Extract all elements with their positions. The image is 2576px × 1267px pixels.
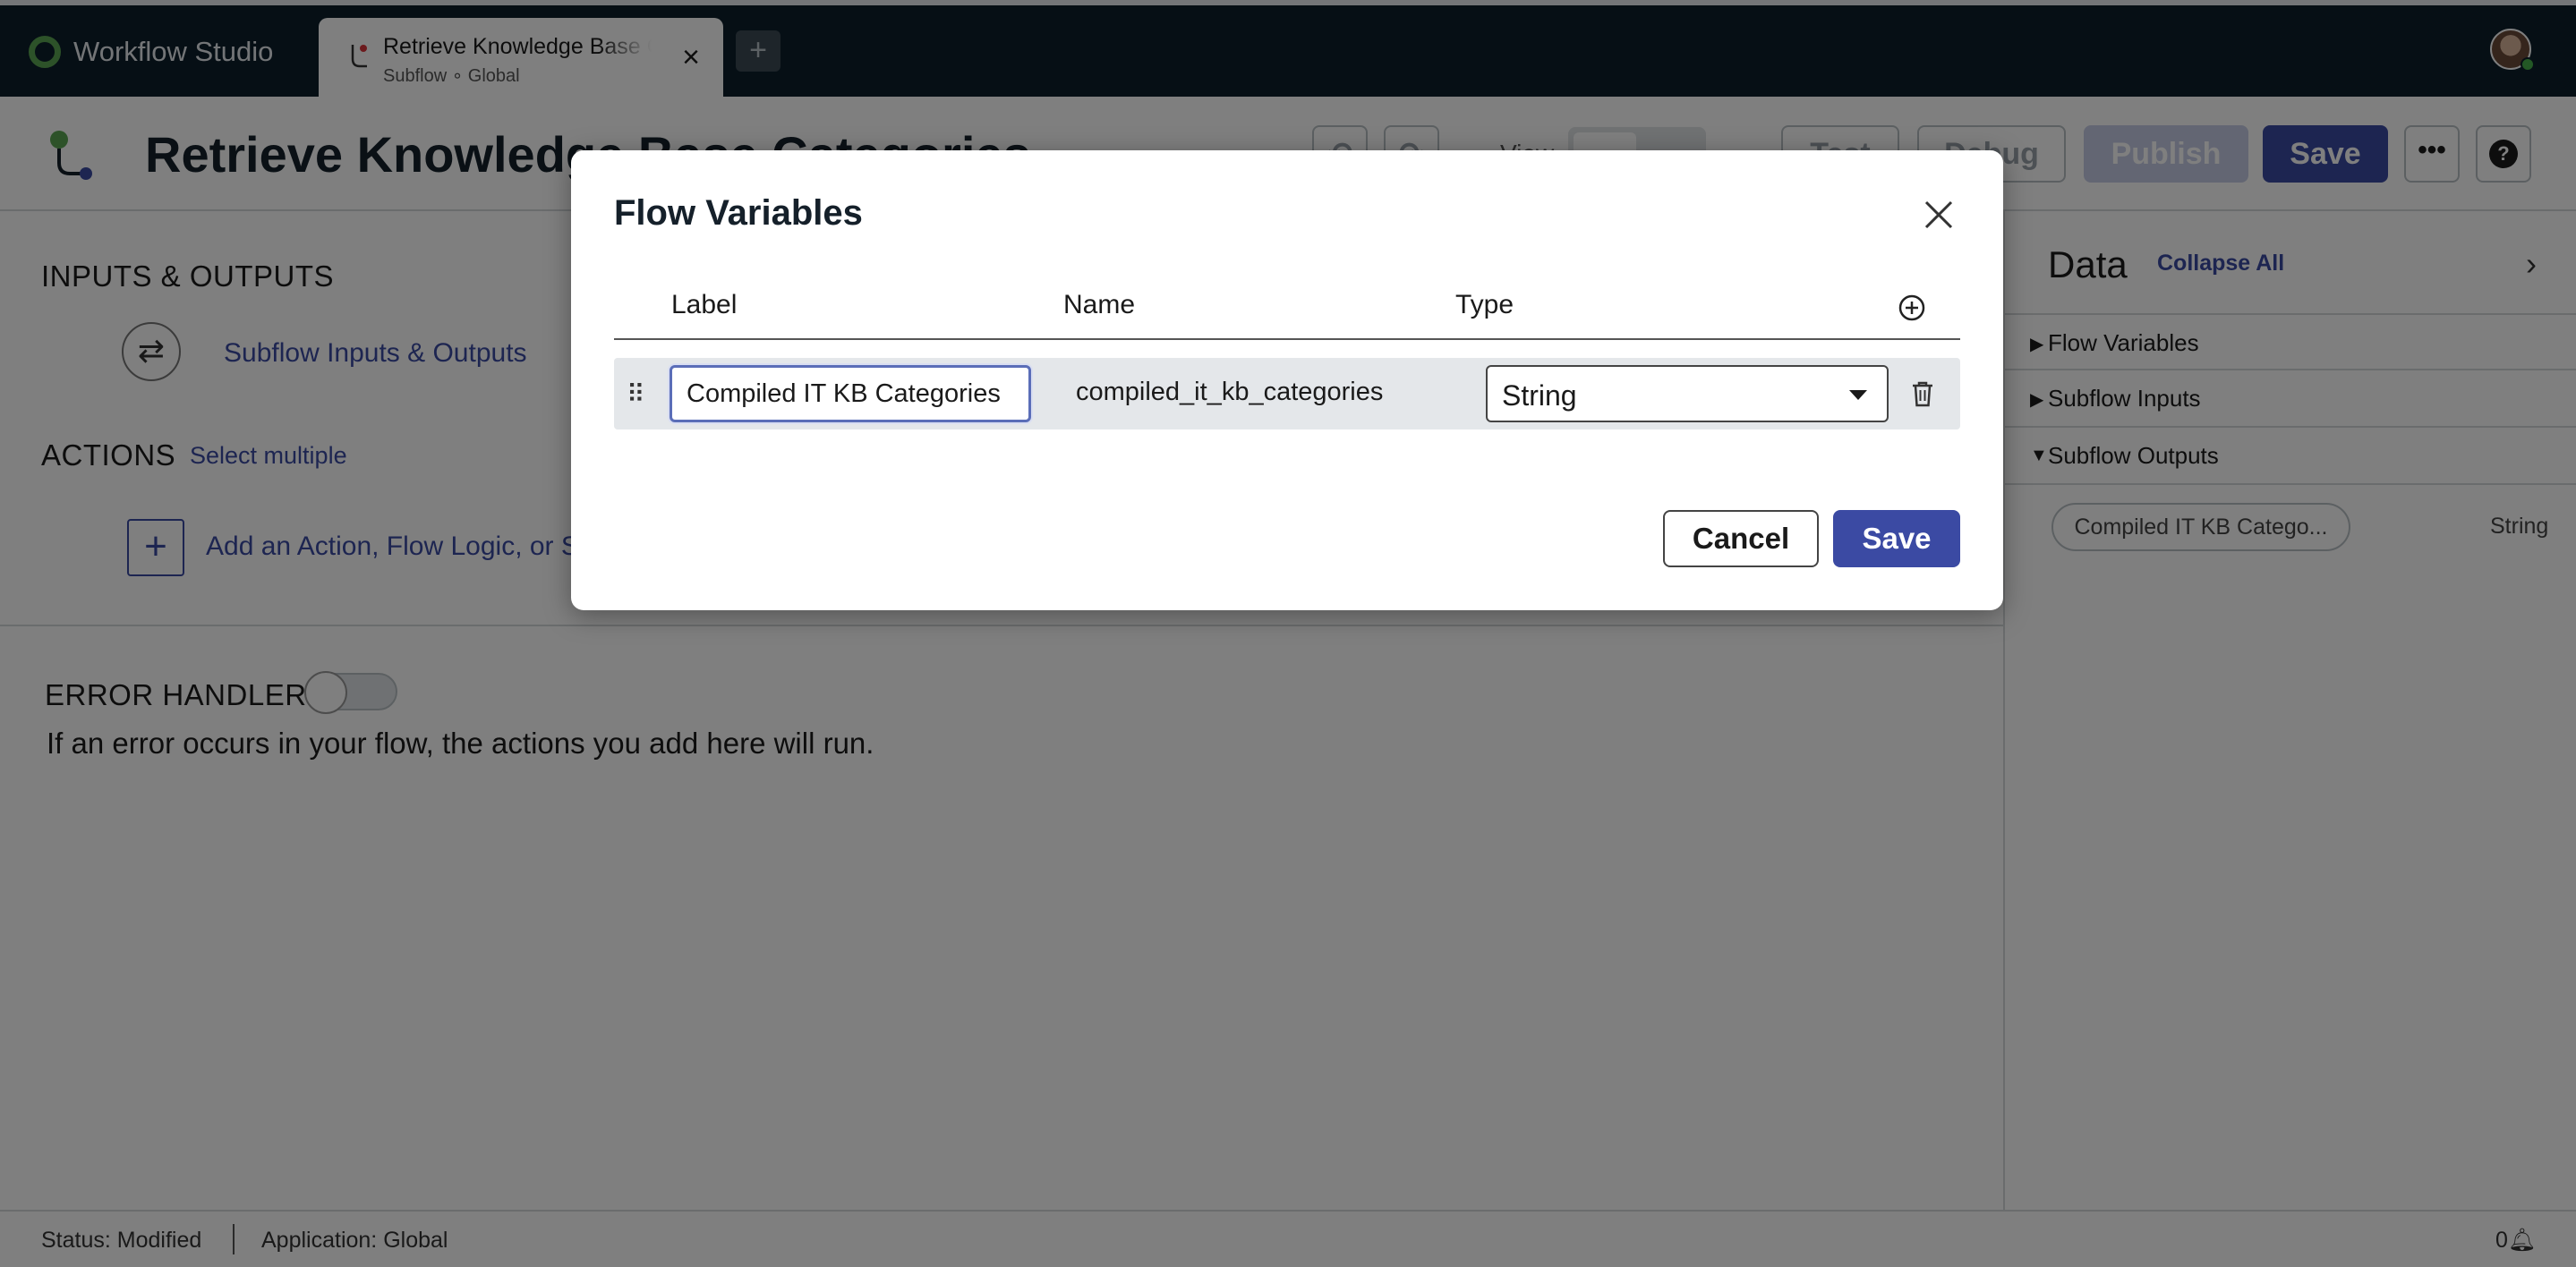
variable-type-select[interactable]: String: [1486, 365, 1889, 422]
flow-variables-modal: Flow Variables Label Name Type ⠿ compile…: [571, 150, 2003, 610]
close-icon[interactable]: [1921, 197, 1957, 233]
table-header-divider: [614, 338, 1960, 340]
column-header-label: Label: [671, 290, 738, 319]
column-header-type: Type: [1455, 290, 1514, 319]
save-button[interactable]: Save: [1833, 510, 1960, 567]
chevron-down-icon: [1849, 390, 1867, 400]
cancel-button[interactable]: Cancel: [1663, 510, 1819, 567]
add-variable-icon[interactable]: [1898, 293, 1926, 322]
column-header-name: Name: [1063, 290, 1136, 319]
variable-name: compiled_it_kb_categories: [1076, 378, 1384, 406]
table-row: ⠿ compiled_it_kb_categories String: [614, 358, 1960, 429]
modal-title: Flow Variables: [614, 193, 863, 233]
trash-icon[interactable]: [1910, 379, 1935, 408]
type-select-value: String: [1502, 379, 1577, 412]
drag-handle-icon[interactable]: ⠿: [627, 379, 644, 409]
variable-label-input[interactable]: [670, 365, 1031, 422]
